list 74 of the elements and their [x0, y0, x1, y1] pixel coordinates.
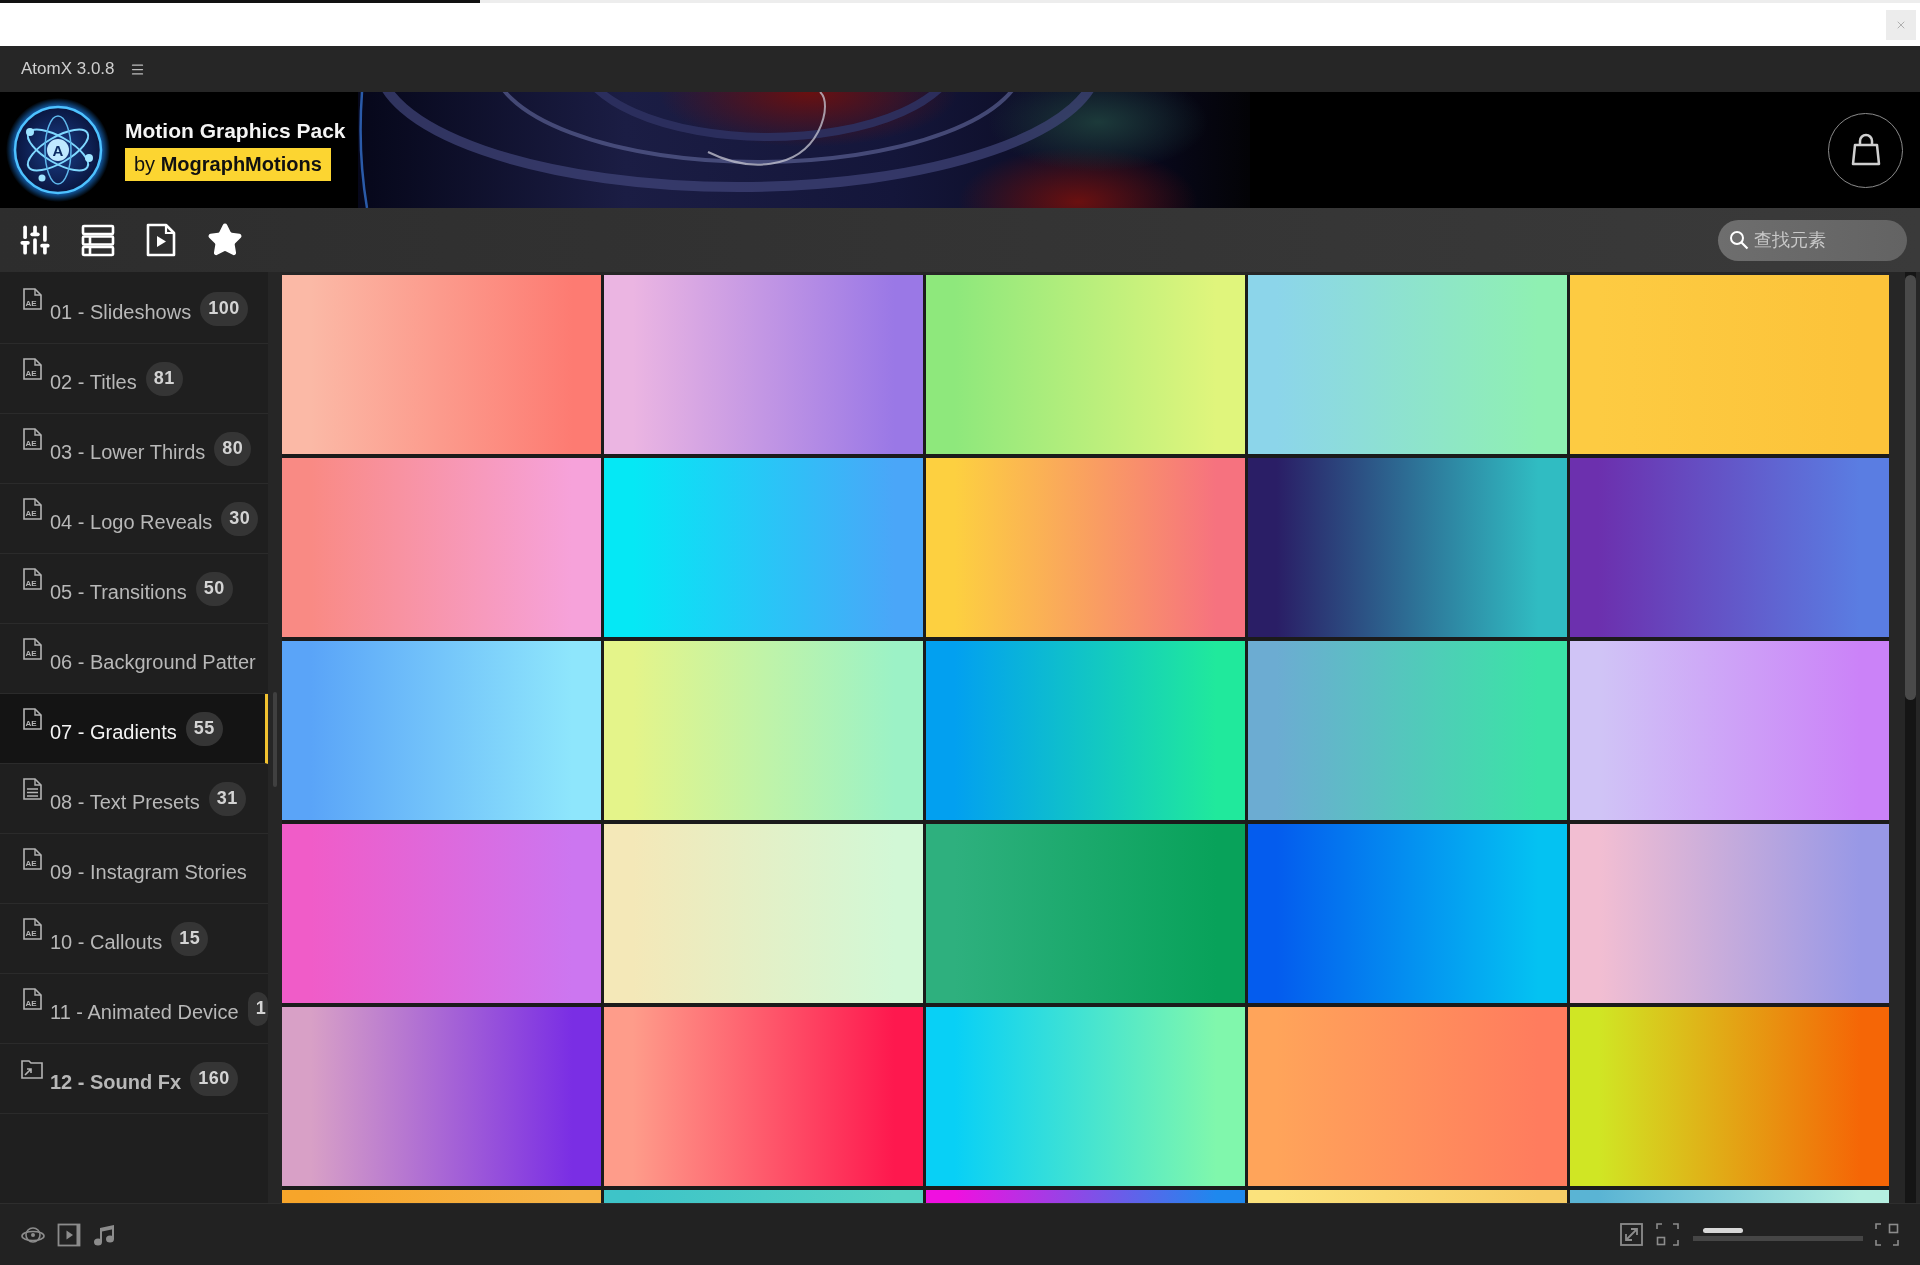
gradient-tile[interactable] [1570, 275, 1889, 454]
star-icon[interactable] [207, 222, 243, 258]
small-thumbnails-icon[interactable] [1656, 1223, 1679, 1246]
gradient-tile[interactable] [1570, 1190, 1889, 1203]
gradient-tile[interactable] [926, 1190, 1245, 1203]
gradient-tile[interactable] [926, 1007, 1245, 1186]
expand-icon[interactable] [1620, 1223, 1643, 1246]
gradient-tile[interactable] [926, 641, 1245, 820]
item-count: 55 [185, 711, 223, 746]
thumbnail-size-slider[interactable] [1693, 1228, 1863, 1241]
gradient-tile[interactable] [1248, 1007, 1567, 1186]
menu-icon[interactable] [129, 61, 145, 77]
slider-thumb[interactable] [1703, 1228, 1744, 1233]
gradient-tile[interactable] [1570, 641, 1889, 820]
item-count: 80 [214, 431, 252, 466]
gradient-tile[interactable] [1570, 458, 1889, 637]
gradient-tile[interactable] [282, 824, 601, 1003]
ae-file-icon: AE [21, 637, 43, 660]
sidebar-item[interactable]: AE 07 - Gradients 55 [0, 694, 268, 764]
item-count: 31 [208, 781, 246, 816]
gradient-tile[interactable] [1248, 1190, 1567, 1203]
gradient-tile[interactable] [604, 275, 923, 454]
gradient-tile[interactable] [1248, 641, 1567, 820]
close-button[interactable] [1886, 10, 1916, 40]
gradient-tile[interactable] [1248, 824, 1567, 1003]
gradient-tile[interactable] [604, 824, 923, 1003]
list-icon[interactable] [81, 223, 115, 257]
ae-file-icon: AE [21, 987, 43, 1010]
ae-file-icon: AE [21, 287, 43, 310]
ae-file-icon: AE [21, 847, 43, 870]
gradient-tile[interactable] [604, 458, 923, 637]
video-file-icon[interactable] [144, 223, 178, 257]
item-count: 30 [221, 501, 259, 536]
scrollbar-thumb[interactable] [1905, 275, 1916, 700]
ae-file-icon: AE [21, 567, 43, 590]
gradient-tile[interactable] [926, 275, 1245, 454]
gradient-tile[interactable] [604, 1190, 923, 1203]
gradient-tile[interactable] [1248, 275, 1567, 454]
pack-title: Motion Graphics Pack [125, 119, 346, 143]
gradient-tile[interactable] [1570, 824, 1889, 1003]
logo-icon: A [6, 98, 110, 202]
gradient-tile[interactable] [282, 1190, 601, 1203]
large-thumbnails-icon[interactable] [1875, 1223, 1899, 1246]
ae-file-icon: AE [21, 427, 43, 450]
gradient-tile[interactable] [604, 1007, 923, 1186]
play-square-icon[interactable] [57, 1222, 81, 1247]
ae-file-icon: AE [21, 497, 43, 520]
gradient-tile[interactable] [282, 641, 601, 820]
gradient-tile[interactable] [1570, 1007, 1889, 1186]
search-icon [1729, 229, 1749, 250]
item-count: 15 [171, 921, 209, 956]
gradient-tile[interactable] [926, 824, 1245, 1003]
gradient-tile[interactable] [604, 641, 923, 820]
search-field[interactable]: 查找元素 [1718, 219, 1907, 261]
ae-file-icon: AE [21, 917, 43, 940]
ae-file-icon: AE [21, 707, 43, 730]
window-title: AtomX 3.0.8 [21, 58, 115, 81]
item-count: 160 [190, 1061, 238, 1096]
gradient-tile[interactable] [282, 1007, 601, 1186]
sliders-icon[interactable] [18, 223, 52, 257]
music-note-icon[interactable] [93, 1223, 115, 1246]
gradient-tile[interactable] [926, 458, 1245, 637]
item-count: 100 [200, 291, 248, 326]
gradient-tile[interactable] [282, 458, 601, 637]
gradient-tile[interactable] [1248, 458, 1567, 637]
ae-file-icon: AE [21, 357, 43, 380]
item-count: 81 [145, 361, 183, 396]
folder-shortcut-icon [21, 1058, 43, 1079]
item-count: 50 [195, 571, 233, 606]
gradient-tile[interactable] [282, 275, 601, 454]
author-label: by MographMotions [125, 148, 331, 181]
document-icon [21, 777, 43, 800]
item-count: 1 [247, 991, 268, 1026]
close-icon [1895, 19, 1907, 31]
